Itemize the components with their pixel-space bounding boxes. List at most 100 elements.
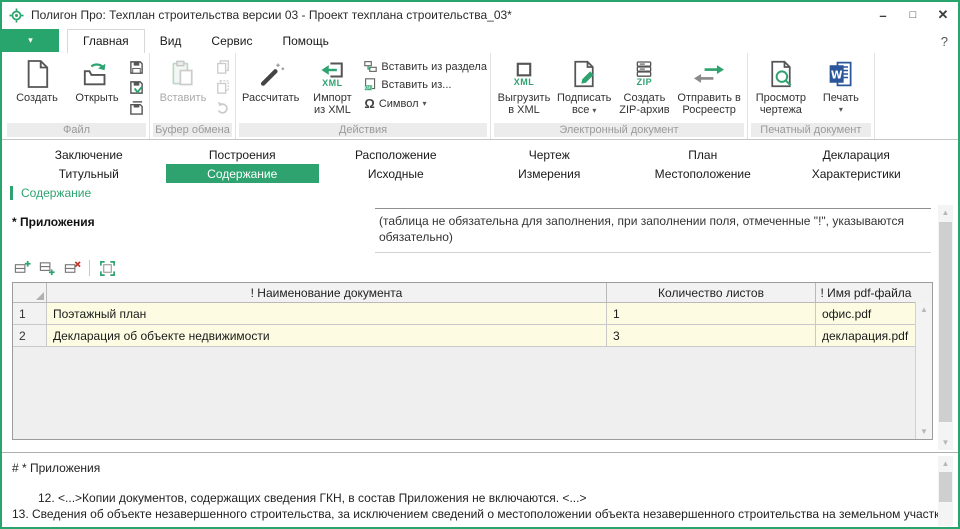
import-xml-button[interactable]: XML Импорт из XML bbox=[302, 54, 362, 116]
send-line2: Росреестр bbox=[677, 104, 740, 116]
row-number-cell[interactable]: 1 bbox=[13, 303, 47, 324]
insert-row-icon[interactable] bbox=[37, 259, 57, 278]
word-document-icon: W bbox=[827, 56, 855, 92]
tab-kharakteristiki[interactable]: Характеристики bbox=[780, 164, 934, 183]
export-xml-label: Выгрузить в XML bbox=[498, 92, 551, 116]
scroll-up-icon[interactable]: ▲ bbox=[938, 459, 953, 468]
window-controls: – □ ✕ bbox=[868, 4, 958, 26]
scroll-down-icon[interactable]: ▼ bbox=[916, 427, 932, 436]
save-icon[interactable] bbox=[127, 58, 146, 76]
menu-tab-service[interactable]: Сервис bbox=[196, 30, 267, 53]
section-tabs-row1: Заключение Построения Расположение Черте… bbox=[12, 145, 933, 164]
tab-soderzhanie[interactable]: Содержание bbox=[166, 164, 320, 183]
save-all-icon[interactable] bbox=[127, 98, 146, 116]
scroll-down-icon[interactable]: ▼ bbox=[938, 438, 953, 447]
column-header-pdf-name: ! Имя pdf-файла bbox=[816, 283, 916, 302]
group-label-file: Файл bbox=[7, 123, 146, 137]
document-name-cell[interactable]: Поэтажный план bbox=[47, 303, 607, 324]
print-button[interactable]: W Печать ▾ bbox=[811, 54, 871, 116]
copy-special-icon[interactable] bbox=[213, 78, 232, 96]
tab-plan[interactable]: План bbox=[626, 145, 780, 164]
xml-badge: XML bbox=[322, 79, 343, 88]
content-scrollbar[interactable]: ▲ ▼ bbox=[938, 205, 953, 450]
sheet-count-cell[interactable]: 1 bbox=[607, 303, 816, 324]
corner-triangle-icon bbox=[36, 292, 44, 300]
tab-iskhodnye[interactable]: Исходные bbox=[319, 164, 473, 183]
ribbon-group-clipboard: Вставить Буфер обмена bbox=[150, 53, 236, 139]
preview-drawing-button[interactable]: Просмотр чертежа bbox=[751, 54, 811, 116]
export-xml-button[interactable]: XML Выгрузить в XML bbox=[494, 54, 554, 116]
caret-down-icon: ▾ bbox=[28, 35, 33, 46]
app-window: Полигон Про: Техплан строительства верси… bbox=[0, 0, 960, 529]
menu-tab-help[interactable]: Помощь bbox=[268, 30, 344, 53]
scroll-up-icon[interactable]: ▲ bbox=[916, 305, 932, 314]
insert-from-button[interactable]: XML Вставить из... bbox=[364, 78, 487, 91]
tab-zaklyuchenie[interactable]: Заключение bbox=[12, 145, 166, 164]
scrollbar-thumb[interactable] bbox=[939, 472, 952, 502]
paste-button[interactable]: Вставить bbox=[153, 54, 213, 104]
tab-mestopolozhenie[interactable]: Местоположение bbox=[626, 164, 780, 183]
table-hint-note: (таблица не обязательна для заполнения, … bbox=[375, 208, 931, 253]
send-rosreestr-label: Отправить в Росреестр bbox=[677, 92, 740, 116]
pdf-name-cell[interactable]: офис.pdf bbox=[816, 303, 916, 324]
menu-tab-view[interactable]: Вид bbox=[145, 30, 197, 53]
svg-text:W: W bbox=[831, 69, 843, 81]
menu-tab-home[interactable]: Главная bbox=[67, 29, 145, 54]
delete-row-icon[interactable] bbox=[62, 259, 82, 278]
insert-from-section-button[interactable]: Вставить из раздела bbox=[364, 60, 487, 73]
tab-chertezh[interactable]: Чертеж bbox=[473, 145, 627, 164]
send-rosreestr-button[interactable]: Отправить в Росреестр bbox=[674, 54, 743, 116]
svg-text:XML: XML bbox=[365, 85, 374, 90]
column-header-sheet-count: Количество листов bbox=[607, 283, 816, 302]
document-name-cell[interactable]: Декларация об объекте недвижимости bbox=[47, 325, 607, 346]
symbol-label: Символ bbox=[379, 98, 419, 110]
window-title: Полигон Про: Техплан строительства верси… bbox=[31, 8, 512, 22]
xml-badge: XML bbox=[514, 78, 535, 87]
reference-panel-scrollbar[interactable]: ▲ bbox=[938, 456, 953, 526]
undo-icon[interactable] bbox=[213, 98, 232, 116]
reference-line-13: 13. Сведения об объекте незавершенного с… bbox=[12, 506, 934, 522]
create-zip-line2: ZIP-архив bbox=[619, 104, 669, 116]
open-button[interactable]: Открыть bbox=[67, 54, 127, 104]
table-scrollbar[interactable]: ▲ ▼ bbox=[915, 302, 932, 439]
tab-raspolozhenie[interactable]: Расположение bbox=[319, 145, 473, 164]
minimize-button[interactable]: – bbox=[868, 4, 898, 26]
scrollbar-thumb[interactable] bbox=[939, 222, 952, 422]
caret-down-icon: ▾ bbox=[592, 106, 596, 115]
maximize-button[interactable]: □ bbox=[898, 4, 928, 26]
app-logo-icon bbox=[9, 8, 24, 23]
help-button[interactable]: ? bbox=[941, 34, 948, 53]
create-button[interactable]: Создать bbox=[7, 54, 67, 104]
row-number-cell[interactable]: 2 bbox=[13, 325, 47, 346]
sign-all-button[interactable]: Подписать все ▾ bbox=[554, 54, 614, 117]
save-check-icon[interactable] bbox=[127, 78, 146, 96]
import-xml-icon: XML bbox=[319, 56, 345, 92]
tab-izmereniya[interactable]: Измерения bbox=[473, 164, 627, 183]
send-arrows-icon bbox=[694, 56, 724, 92]
tab-titulnyy[interactable]: Титульный bbox=[12, 164, 166, 183]
send-line1: Отправить в bbox=[677, 92, 740, 104]
pdf-name-cell[interactable]: декларация.pdf bbox=[816, 325, 916, 346]
new-document-icon bbox=[24, 56, 50, 92]
file-menu-button[interactable]: ▾ bbox=[2, 29, 59, 52]
import-xml-line1: Импорт bbox=[313, 92, 351, 104]
copy-icon[interactable] bbox=[213, 58, 232, 76]
add-row-icon[interactable] bbox=[12, 259, 32, 278]
close-button[interactable]: ✕ bbox=[928, 4, 958, 26]
symbol-button[interactable]: Ω Символ ▾ bbox=[364, 96, 487, 111]
actions-small-column: Вставить из раздела XML Вставить из... Ω… bbox=[362, 54, 487, 111]
calculate-button[interactable]: Рассчитать bbox=[239, 54, 302, 104]
table-toolbar bbox=[12, 258, 117, 278]
sheet-count-cell[interactable]: 3 bbox=[607, 325, 816, 346]
import-xml-label: Импорт из XML bbox=[313, 92, 351, 116]
create-zip-button[interactable]: ZIP Создать ZIP-архив bbox=[614, 54, 674, 116]
scroll-up-icon[interactable]: ▲ bbox=[938, 208, 953, 217]
breadcrumb-accent-bar bbox=[10, 186, 13, 200]
expand-table-icon[interactable] bbox=[97, 259, 117, 278]
export-xml-line1: Выгрузить bbox=[498, 92, 551, 104]
tab-deklaratsiya[interactable]: Декларация bbox=[780, 145, 934, 164]
appendix-section-title: * Приложения bbox=[12, 215, 95, 229]
tab-postroeniya[interactable]: Построения bbox=[166, 145, 320, 164]
zip-archive-icon: ZIP bbox=[634, 56, 654, 92]
group-label-print: Печатный документ bbox=[751, 123, 871, 137]
